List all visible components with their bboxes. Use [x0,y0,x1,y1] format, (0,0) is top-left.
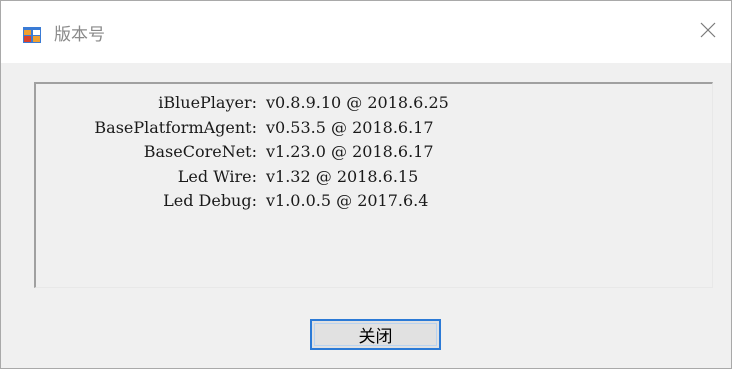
version-line: BasePlatformAgent: v0.53.5 @ 2018.6.17 [36,116,449,141]
component-name: iBluePlayer: [158,93,257,112]
component-version: v0.8.9.10 @ 2018.6.25 [266,93,449,112]
component-name: BaseCoreNet: [143,142,257,161]
close-window-button[interactable] [685,1,731,63]
title-bar[interactable]: 版本号 [1,1,731,63]
app-window-icon [23,27,41,43]
component-version: v1.32 @ 2018.6.15 [266,166,419,186]
version-line: iBluePlayer: v0.8.9.10 @ 2018.6.25 [36,91,449,116]
version-line: Led Debug: v1.0.0.5 @ 2017.6.4 [36,189,449,214]
component-name: BasePlatformAgent: [94,117,257,137]
version-dialog: 版本号 iBluePlayer: v0.8.9.10 @ 2018.6.25 Ba… [0,0,732,369]
component-version: v1.23.0 @ 2018.6.17 [266,142,434,161]
window-title: 版本号 [54,25,105,45]
close-button[interactable]: 关闭 [310,319,441,350]
close-icon [700,22,716,42]
component-version: v1.0.0.5 @ 2017.6.4 [266,191,429,210]
component-name: Led Wire: [177,166,257,186]
version-info-textbox[interactable]: iBluePlayer: v0.8.9.10 @ 2018.6.25 BasePl… [34,82,713,288]
version-line: Led Wire: v1.32 @ 2018.6.15 [36,165,449,190]
version-line: BaseCoreNet: v1.23.0 @ 2018.6.17 [36,140,449,165]
component-version: v0.53.5 @ 2018.6.17 [266,117,434,137]
version-list: iBluePlayer: v0.8.9.10 @ 2018.6.25 BasePl… [36,91,449,214]
component-name: Led Debug: [163,191,257,210]
